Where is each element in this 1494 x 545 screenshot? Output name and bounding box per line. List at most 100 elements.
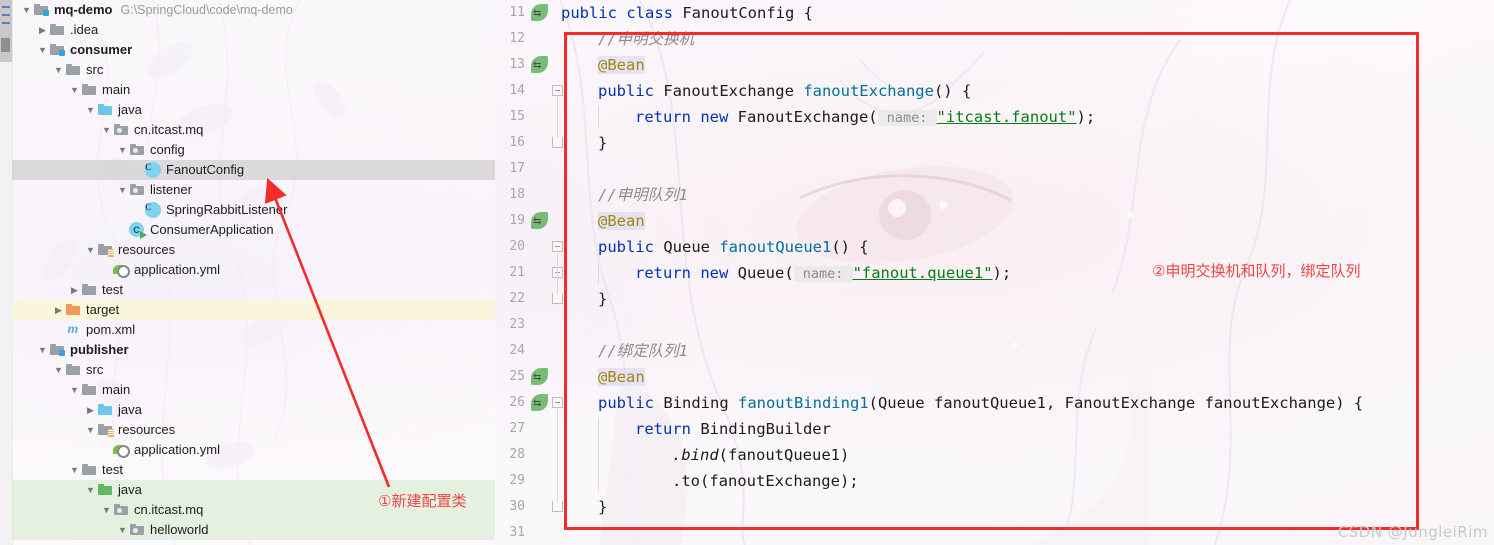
chevron-down-icon[interactable]: ▼ — [52, 360, 65, 380]
code-line[interactable]: } — [561, 494, 607, 520]
tree-row[interactable]: C FanoutConfig — [12, 160, 495, 180]
tree-row[interactable]: ▼ listener — [12, 180, 495, 200]
chevron-down-icon[interactable]: ▼ — [100, 500, 113, 520]
chevron-down-icon[interactable]: ▼ — [116, 180, 129, 200]
line-number: 14 — [509, 83, 525, 98]
code-line[interactable]: public Binding fanoutBinding1(Queue fano… — [561, 390, 1363, 416]
chevron-down-icon[interactable]: ▼ — [116, 140, 129, 160]
chevron-down-icon[interactable]: ▼ — [36, 340, 49, 360]
spring-bean-gutter-icon[interactable]: ⇆ — [531, 4, 549, 22]
module-folder-icon — [49, 342, 65, 358]
folder-icon — [81, 282, 97, 298]
code-line[interactable]: public class FanoutConfig { — [561, 0, 813, 26]
tree-row[interactable]: application.yml — [12, 440, 495, 460]
tree-row[interactable]: ▶ .idea — [12, 20, 495, 40]
tree-row[interactable]: ▼ cn.itcast.mq — [12, 120, 495, 140]
tree-row-label: consumer — [70, 42, 133, 57]
tree-row[interactable]: ▼ consumer — [12, 40, 495, 60]
scrollbar-thumb[interactable] — [1, 38, 10, 52]
spring-bean-gutter-icon[interactable]: ⇆ — [531, 394, 549, 412]
chevron-down-icon[interactable]: ▼ — [84, 420, 97, 440]
code-line[interactable]: return BindingBuilder — [561, 416, 831, 442]
chevron-down-icon[interactable]: ▼ — [84, 240, 97, 260]
chevron-down-icon[interactable]: ▼ — [84, 480, 97, 500]
tree-row-label: java — [118, 482, 142, 497]
chevron-down-icon[interactable]: ▼ — [68, 380, 81, 400]
tree-row[interactable]: ▶ java — [12, 400, 495, 420]
chevron-down-icon[interactable]: ▼ — [84, 100, 97, 120]
tree-row-label: ConsumerApplication — [150, 222, 274, 237]
chevron-down-icon[interactable]: ▼ — [68, 80, 81, 100]
tree-row[interactable]: ▼ main — [12, 80, 495, 100]
line-number: 21 — [509, 265, 525, 280]
tree-row[interactable]: ▶ test — [12, 280, 495, 300]
tree-row[interactable]: ▼ publisher — [12, 340, 495, 360]
code-token: @Bean — [598, 368, 645, 386]
chevron-right-icon[interactable]: ▶ — [36, 20, 49, 40]
code-line[interactable]: return new FanoutExchange( name: "itcast… — [561, 104, 1095, 130]
code-token: public — [561, 4, 627, 22]
code-line[interactable]: public Queue fanoutQueue1() { — [561, 234, 869, 260]
tree-row[interactable]: ▼ mq-demo G:\SpringCloud\code\mq-demo — [12, 0, 495, 20]
code-token: ); — [1076, 108, 1096, 126]
code-token: .to(fanoutExchange); — [672, 472, 859, 490]
tree-row[interactable]: application.yml — [12, 260, 495, 280]
spring-bean-gutter-icon[interactable]: ⇆ — [531, 368, 549, 386]
chevron-right-icon[interactable]: ▶ — [84, 400, 97, 420]
line-number: 11 — [509, 5, 525, 20]
line-number: 29 — [509, 473, 525, 488]
tree-row[interactable]: ▼ test — [12, 460, 495, 480]
tree-row-label: cn.itcast.mq — [134, 502, 204, 517]
tree-row[interactable]: C SpringRabbitListener — [12, 200, 495, 220]
code-token: new — [700, 108, 738, 126]
code-line[interactable]: //申明队列1 — [561, 182, 688, 208]
chevron-down-icon[interactable]: ▼ — [100, 120, 113, 140]
code-token: //申明队列1 — [598, 186, 688, 204]
code-line[interactable]: @Bean — [561, 364, 645, 390]
code-line[interactable]: } — [561, 286, 607, 312]
code-token: fanoutExchange — [803, 82, 934, 100]
tree-row[interactable]: m pom.xml — [12, 320, 495, 340]
chevron-down-icon[interactable]: ▼ — [36, 40, 49, 60]
chevron-right-icon[interactable]: ▶ — [52, 300, 65, 320]
project-tool-window[interactable]: ▼ mq-demo G:\SpringCloud\code\mq-demo ▶ .ide… — [12, 0, 495, 545]
tree-row[interactable]: ▼ src — [12, 60, 495, 80]
line-number: 25 — [509, 369, 525, 384]
tree-row[interactable]: C ConsumerApplication — [12, 220, 495, 240]
tree-row[interactable]: ▼ resources — [12, 240, 495, 260]
tree-row[interactable]: ▶ target — [12, 300, 495, 320]
tree-row[interactable]: ▼ resources — [12, 420, 495, 440]
chevron-right-icon[interactable]: ▶ — [68, 280, 81, 300]
line-number: 19 — [509, 213, 525, 228]
package-icon — [113, 122, 129, 138]
tool-strip-mark — [2, 6, 10, 8]
tree-row[interactable]: ▼ main — [12, 380, 495, 400]
chevron-down-icon[interactable]: ▼ — [116, 520, 129, 540]
spring-bean-gutter-icon[interactable]: ⇆ — [531, 212, 549, 230]
code-line[interactable]: @Bean — [561, 208, 645, 234]
folder-icon — [65, 362, 81, 378]
tree-row[interactable]: ▼ helloworld — [12, 520, 495, 540]
spring-bean-gutter-icon[interactable]: ⇆ — [531, 56, 549, 74]
chevron-down-icon[interactable]: ▼ — [68, 460, 81, 480]
code-line[interactable]: //申明交换机 — [561, 26, 694, 52]
code-line[interactable]: } — [561, 130, 607, 156]
test-source-folder-icon — [97, 482, 113, 498]
code-token: name: — [793, 266, 853, 282]
chevron-down-icon[interactable]: ▼ — [52, 60, 65, 80]
tree-row[interactable]: ▼ src — [12, 360, 495, 380]
code-line[interactable]: .bind(fanoutQueue1) — [561, 442, 849, 468]
tree-row[interactable]: ▼ config — [12, 140, 495, 160]
code-line[interactable]: public FanoutExchange fanoutExchange() { — [561, 78, 971, 104]
code-line[interactable]: .to(fanoutExchange); — [561, 468, 859, 494]
code-line[interactable]: //绑定队列1 — [561, 338, 688, 364]
tree-row-label: test — [102, 282, 123, 297]
editor-gutter[interactable]: 11 ⇆ 12 13 ⇆ 14 15 16 17 18 19 ⇆ 20 21 22 23 24 25 ⇆ 26 ⇆ 27 2… — [495, 0, 563, 545]
code-line[interactable]: return new Queue( name: "fanout.queue1")… — [561, 260, 1011, 286]
chevron-down-icon[interactable]: ▼ — [20, 0, 33, 20]
code-token: Queue( — [737, 264, 794, 282]
code-line[interactable]: @Bean — [561, 52, 645, 78]
tree-row[interactable]: ▼ java — [12, 100, 495, 120]
